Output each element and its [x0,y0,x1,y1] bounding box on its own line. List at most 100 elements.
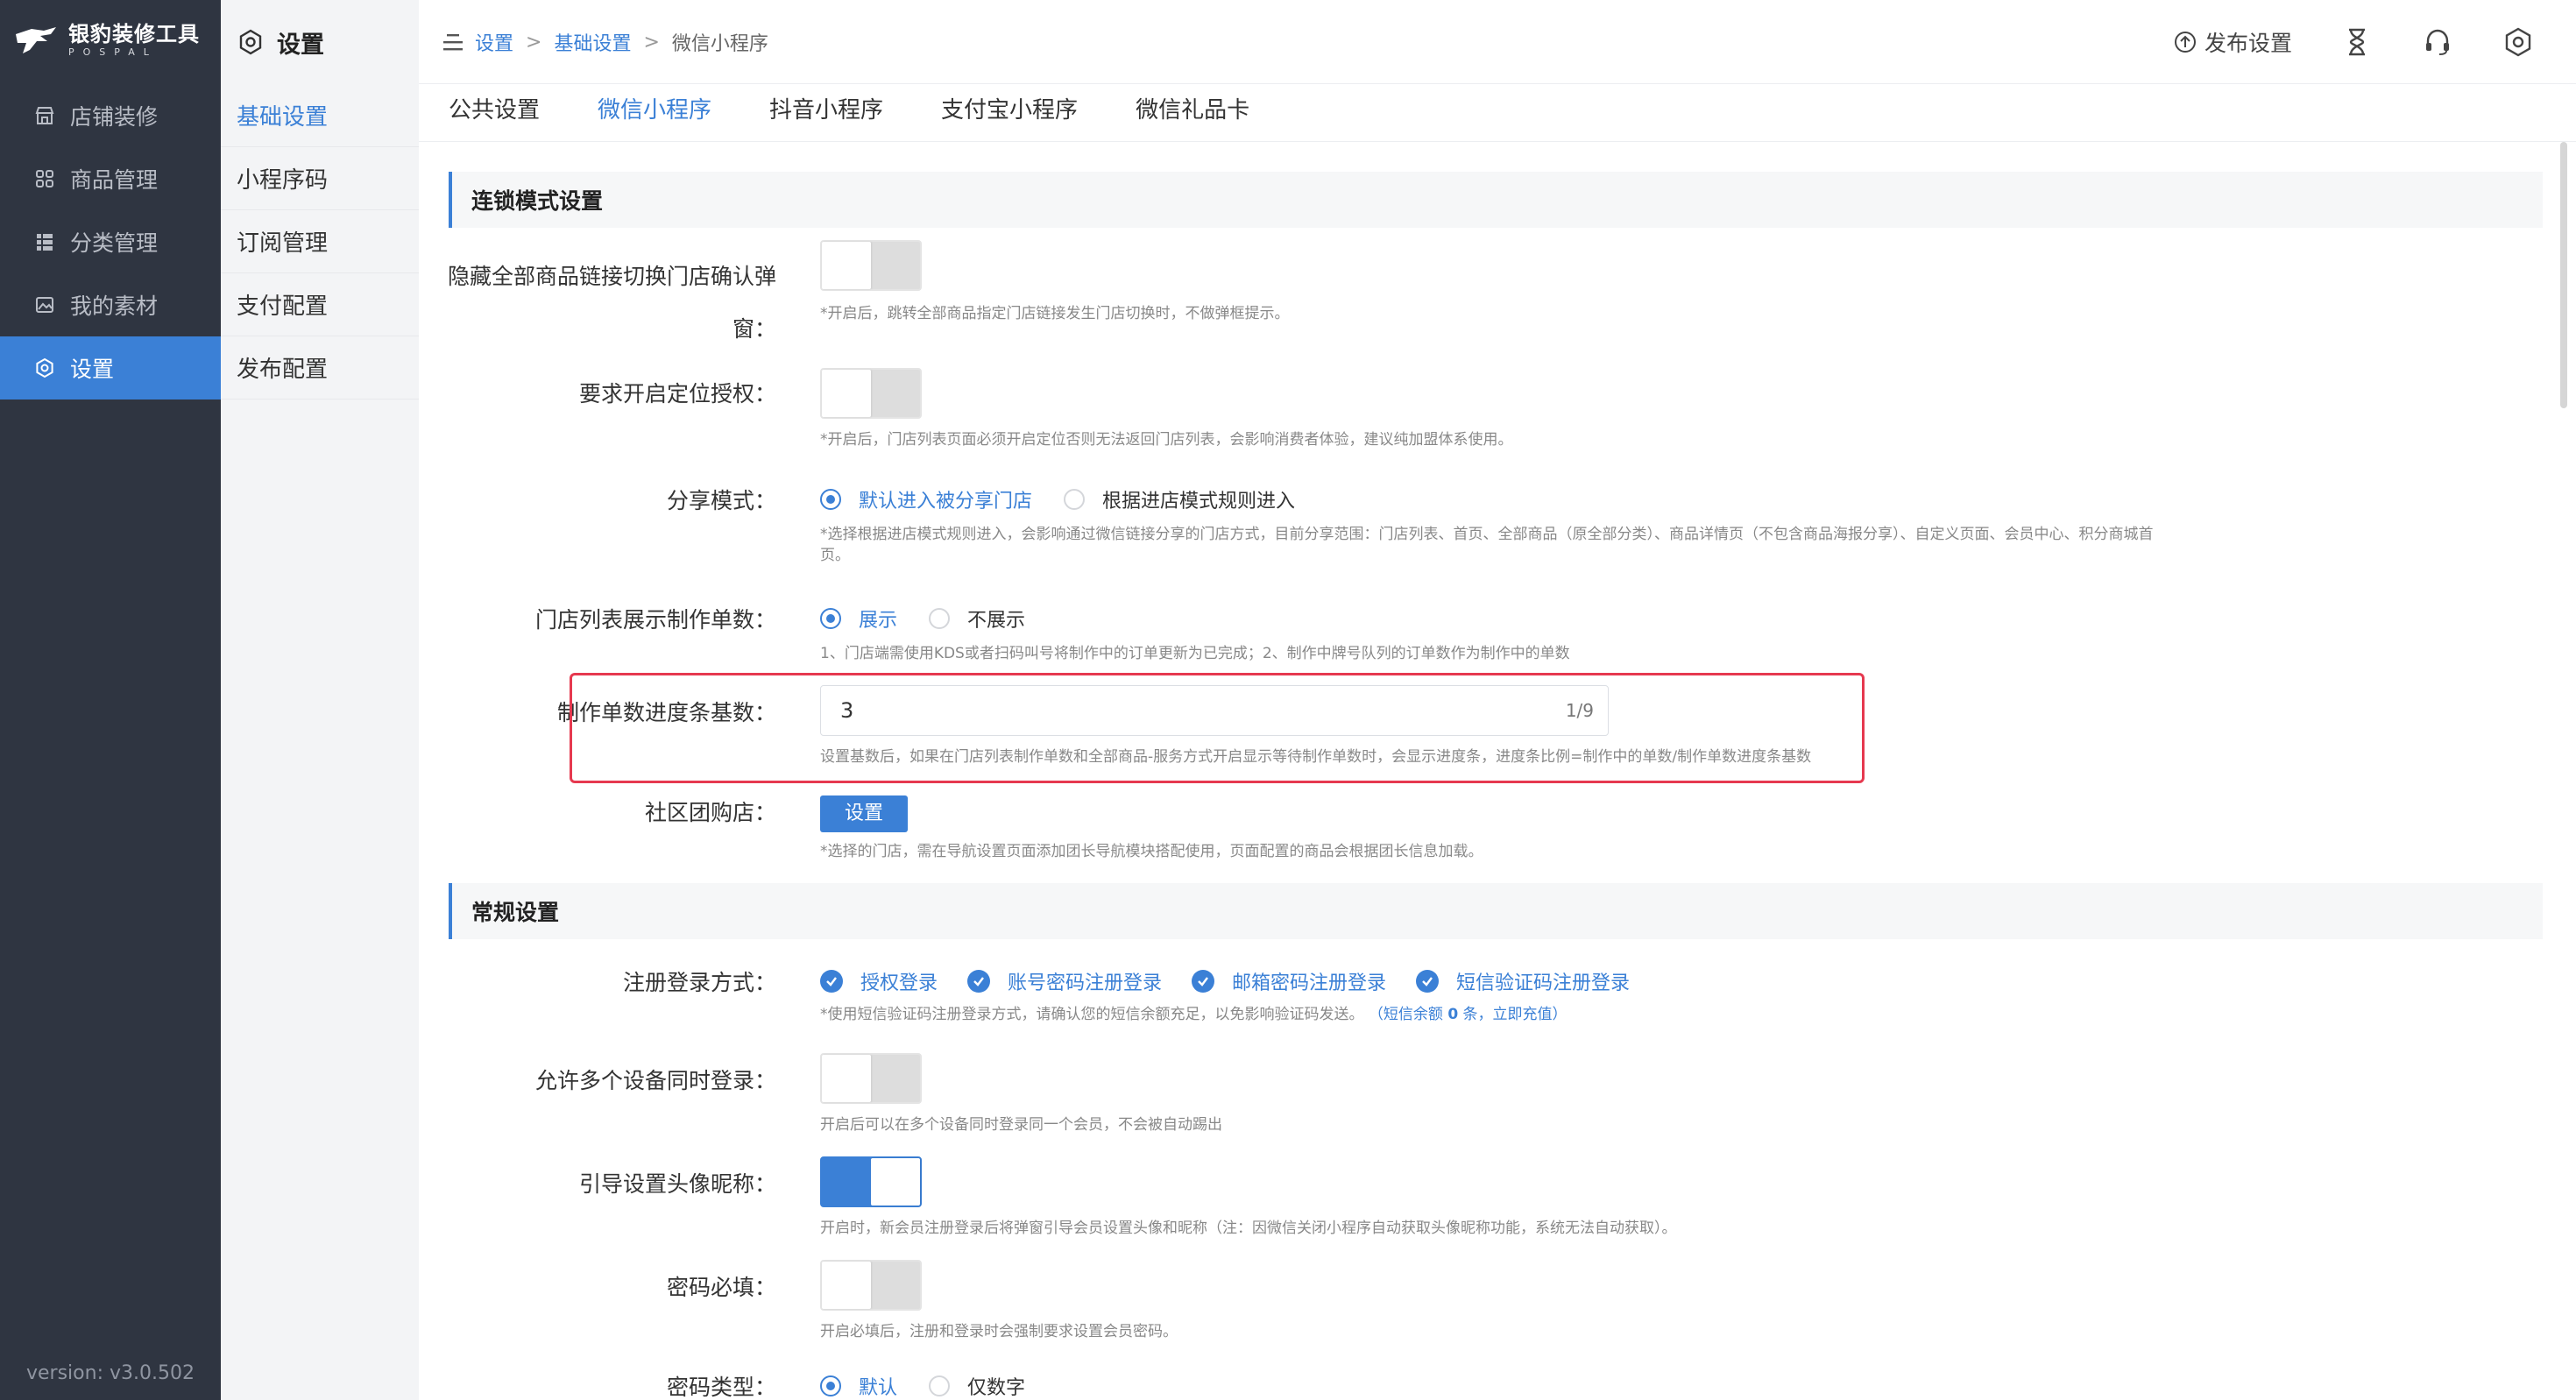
settings-subnav: 设置 基础设置 小程序码 订阅管理 支付配置 发布配置 [221,0,419,1400]
top-bar: 设置 > 基础设置 > 微信小程序 发布设置 [419,0,2576,84]
logo-subtitle: POSPAL [68,46,158,58]
password-required-toggle[interactable] [820,1260,922,1311]
radio-show[interactable]: 展示 [820,605,897,633]
scrollbar-thumb[interactable] [2560,142,2567,408]
headset-support-icon[interactable] [2415,19,2460,65]
radio-share-by-rule[interactable]: 根据进店模式规则进入 [1064,485,1295,513]
tab-public-settings[interactable]: 公共设置 [449,84,540,142]
label-line: 隐藏全部商品链接切换门店确认弹 [447,264,776,289]
share-mode-radio-group: 默认进入被分享门店 根据进店模式规则进入 [820,485,1327,513]
radio-share-default-store[interactable]: 默认进入被分享门店 [820,485,1032,513]
group-buy-settings-button[interactable]: 设置 [820,795,908,832]
login-methods-checkbox-group: 授权登录 账号密码注册登录 邮箱密码注册登录 短信验证码注册登录 [820,967,1660,995]
app-logo[interactable]: 银豹装修工具 POSPAL [14,16,200,65]
tab-alipay-mini-program[interactable]: 支付宝小程序 [941,84,1078,142]
side-nav: 店铺装修 商品管理 分类管理 我的素材 设置 [0,84,221,399]
row-multi-device-login: 允许多个设备同时登录： 开启后可以在多个设备同时登录同一个会员，不会被自动踢出 [449,1053,2543,1149]
sms-balance-count: 0 [1447,1006,1459,1023]
sidebar-item-label: 分类管理 [70,230,159,256]
settings-hex-icon[interactable] [2495,19,2541,65]
row-description: *开启后，跳转全部商品指定门店链接发生门店切换时，不做弹框提示。 [820,305,1290,322]
radio-dot [820,608,841,629]
password-type-radio-group: 默认 仅数字 [820,1372,1057,1400]
checkbox-auth-login[interactable]: 授权登录 [820,967,938,995]
highlight-annotation-box [570,673,1865,783]
checkbox-account-password[interactable]: 账号密码注册登录 [967,967,1162,995]
subnav-item-publish-config[interactable]: 发布配置 [221,336,419,399]
radio-dot [929,608,951,629]
radio-dot [1064,489,1086,510]
sidebar-item-materials[interactable]: 我的素材 [0,273,221,336]
radio-password-numeric[interactable]: 仅数字 [929,1372,1025,1400]
breadcrumb-item-basic-settings[interactable]: 基础设置 [554,28,631,56]
tab-wechat-mini-program[interactable]: 微信小程序 [598,84,711,142]
sidebar-item-label: 我的素材 [70,293,159,319]
sidebar-item-store-decoration[interactable]: 店铺装修 [0,84,221,147]
location-auth-toggle[interactable] [820,368,922,419]
checkbox-sms-code[interactable]: 短信验证码注册登录 [1416,967,1630,995]
check-icon [1192,970,1215,993]
row-community-group-buy: 社区团购店： 设置 *选择的门店，需在导航设置页面添加团长导航模块搭配使用，页面… [449,795,2543,883]
checkbox-label: 授权登录 [860,972,938,994]
gear-icon [237,28,265,56]
multi-device-toggle[interactable] [820,1053,922,1104]
sidebar-item-label: 商品管理 [70,167,159,193]
content-scrollbar[interactable] [2560,142,2569,1400]
grid-icon [33,167,56,190]
row-label: 允许多个设备同时登录： [534,1068,776,1093]
show-orders-radio-group: 展示 不展示 [820,605,1057,633]
list-icon [33,230,56,253]
sidebar-item-products[interactable]: 商品管理 [0,147,221,210]
sidebar-item-label: 店铺装修 [70,104,159,130]
store-icon [33,104,56,127]
avatar-guide-toggle[interactable] [820,1156,922,1207]
breadcrumb-item-settings[interactable]: 设置 [475,28,513,56]
sidebar-item-categories[interactable]: 分类管理 [0,210,221,273]
sidebar-item-settings[interactable]: 设置 [0,336,221,399]
breadcrumb: 设置 > 基础设置 > 微信小程序 [442,25,768,60]
sms-balance-link[interactable]: （短信余额 0 条，立即充值） [1369,1006,1568,1023]
row-login-methods: 注册登录方式： 授权登录 账号密码注册登录 邮箱密码注册登录 短信验证码注册登录… [449,965,2543,1044]
radio-password-default[interactable]: 默认 [820,1372,897,1400]
check-icon [967,970,991,993]
breadcrumb-item-current: 微信小程序 [671,33,768,55]
subnav-item-payment[interactable]: 支付配置 [221,273,419,336]
desc-line: *选择根据进店模式规则进入，会影响通过微信链接分享的门店方式，目前分享范围：门店… [820,526,2154,543]
gear-icon [33,357,56,379]
row-label: 社区团购店： [644,800,776,825]
section-general: 常规设置 [449,883,2543,939]
radio-hide[interactable]: 不展示 [929,605,1025,633]
section-title: 常规设置 [471,900,560,925]
checkbox-email-password[interactable]: 邮箱密码注册登录 [1192,967,1386,995]
row-label: 隐藏全部商品链接切换门店确认弹 窗： [419,251,776,356]
breadcrumb-separator: > [643,31,660,53]
row-show-production-count: 门店列表展示制作单数： 展示 不展示 1、门店端需使用KDS或者扫码叫号将制作中… [449,603,2543,673]
radio-label: 展示 [859,610,898,632]
menu-toggle-icon[interactable] [442,32,464,52]
row-label: 密码类型： [666,1375,776,1400]
row-location-auth: 要求开启定位授权： *开启后，门店列表页面必须开启定位否则无法返回门店列表，会影… [449,368,2543,464]
check-icon [1416,970,1440,993]
hourglass-icon[interactable] [2334,19,2380,65]
main-sidebar: 银豹装修工具 POSPAL 店铺装修 商品管理 分类管理 我的素材 设置 ver… [0,0,221,1400]
publish-settings-button[interactable]: 发布设置 [2173,26,2292,58]
desc-text: *使用短信验证码注册登录方式，请确认您的短信余额充足，以免影响验证码发送。 [820,1006,1364,1023]
tab-douyin-mini-program[interactable]: 抖音小程序 [769,84,883,142]
subnav-item-subscription[interactable]: 订阅管理 [221,210,419,273]
checkbox-label: 短信验证码注册登录 [1456,972,1631,994]
leopard-logo-icon [14,24,60,57]
settings-content: 连锁模式设置 隐藏全部商品链接切换门店确认弹 窗： *开启后，跳转全部商品指定门… [419,142,2548,1400]
row-description: *选择根据进店模式规则进入，会影响通过微信链接分享的门店方式，目前分享范围：门店… [820,524,2275,566]
label-line: 窗： [732,316,776,342]
tab-wechat-gift-card[interactable]: 微信礼品卡 [1136,84,1249,142]
row-description: 1、门店端需使用KDS或者扫码叫号将制作中的订单更新为已完成；2、制作中牌号队列… [820,645,1570,662]
row-description: 开启时，新会员注册登录后将弹窗引导会员设置头像和昵称（注：因微信关闭小程序自动获… [820,1220,1677,1237]
radio-dot [820,489,841,510]
checkbox-label: 邮箱密码注册登录 [1232,972,1387,994]
logo-title: 银豹装修工具 [68,22,200,46]
hide-confirm-toggle[interactable] [820,240,922,291]
row-label: 注册登录方式： [622,970,776,995]
subnav-item-mini-program-code[interactable]: 小程序码 [221,147,419,210]
subnav-item-basic-settings[interactable]: 基础设置 [221,84,419,147]
row-description: *开启后，门店列表页面必须开启定位否则无法返回门店列表，会影响消费者体验，建议纯… [820,431,1513,449]
